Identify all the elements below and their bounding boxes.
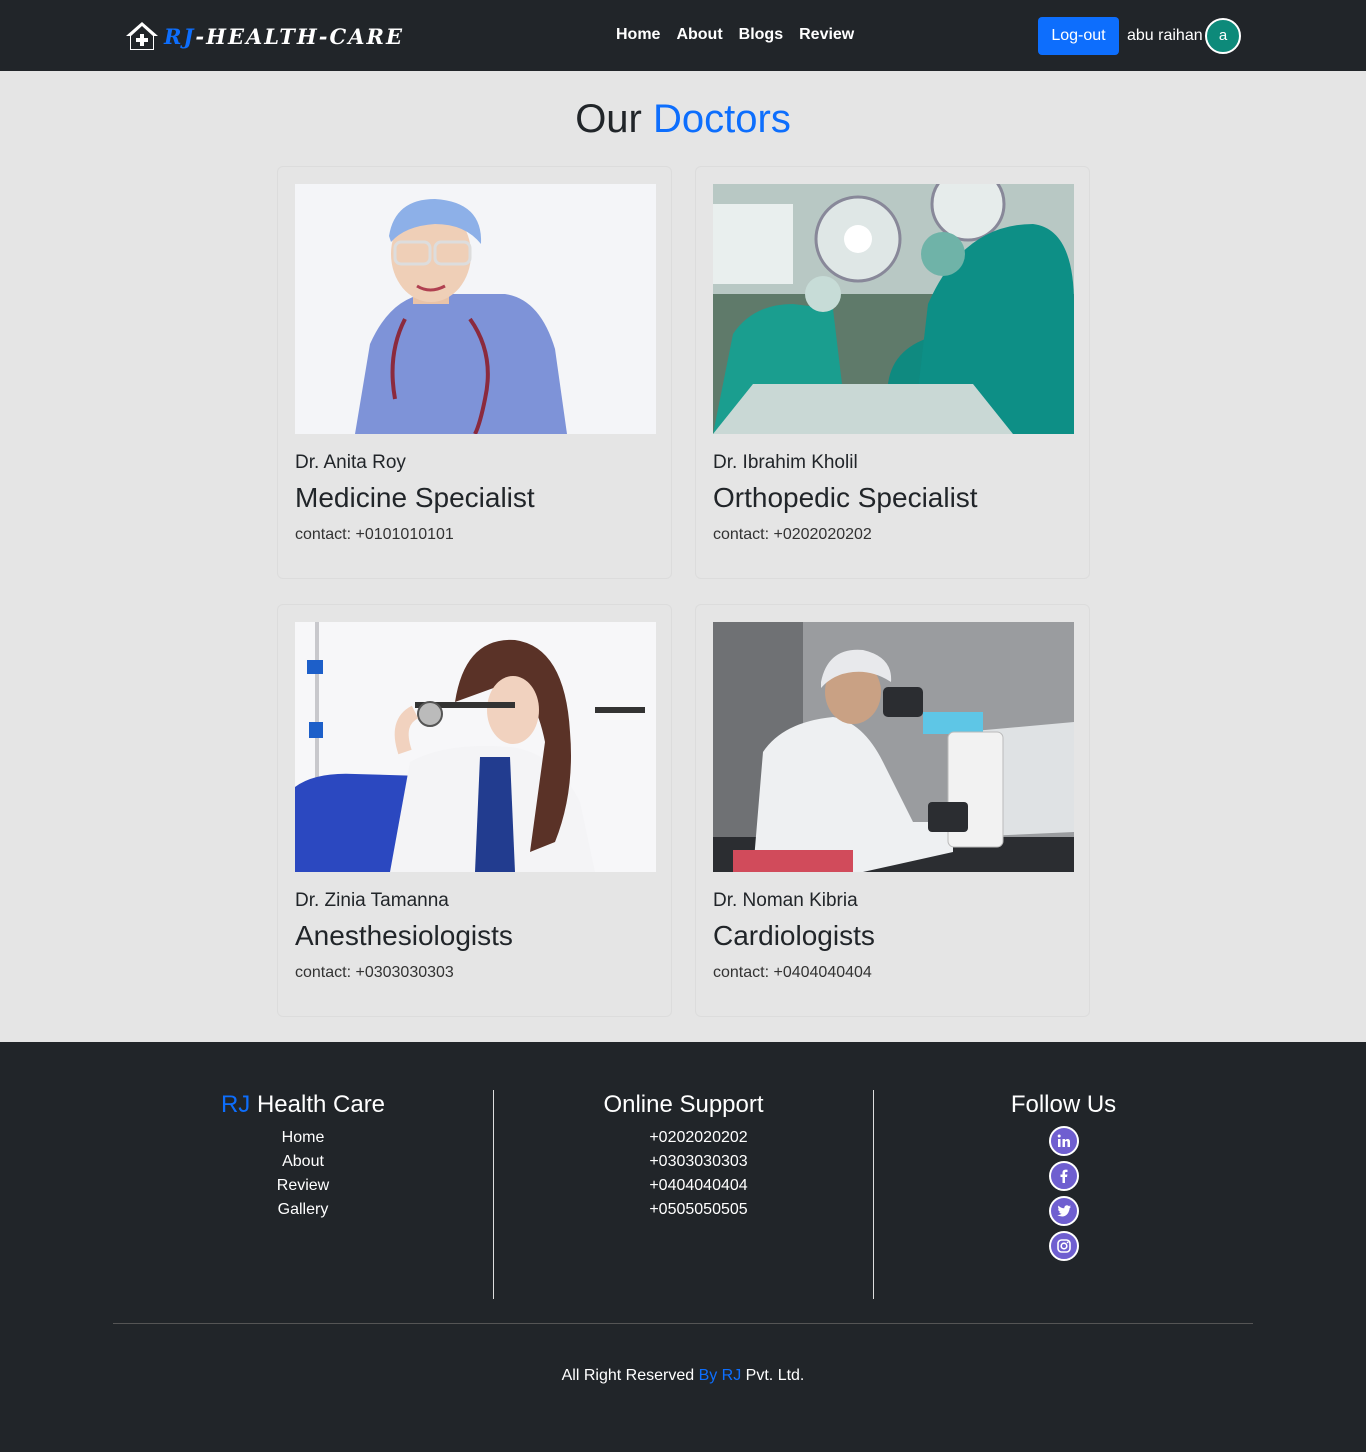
doctor-name: Dr. Zinia Tamanna: [295, 890, 449, 911]
footer: RJ Health Care Home About Review Gallery…: [0, 1042, 1366, 1452]
facebook-icon[interactable]: [1048, 1161, 1079, 1191]
support-phone: +0505050505: [649, 1201, 748, 1218]
doctor-specialty: Cardiologists: [713, 920, 875, 951]
support-phone: +0404040404: [649, 1177, 748, 1194]
doctor-name: Dr. Noman Kibria: [713, 890, 858, 911]
username: abu raihan: [1127, 27, 1203, 44]
doctor-contact: contact: +0303030303: [295, 964, 454, 981]
doctor-specialty: Anesthesiologists: [295, 920, 513, 951]
nav-blogs[interactable]: Blogs: [739, 24, 783, 46]
doctor-photo: [295, 622, 656, 872]
doctor-specialty: Medicine Specialist: [295, 482, 535, 513]
doctor-card: Dr. Ibrahim Kholil Orthopedic Specialist…: [695, 166, 1090, 579]
nav-review[interactable]: Review: [799, 24, 854, 46]
doctor-contact: contact: +0202020202: [713, 526, 872, 543]
nav-about[interactable]: About: [676, 24, 722, 46]
doctor-specialty: Orthopedic Specialist: [713, 482, 978, 513]
footer-link-gallery[interactable]: Gallery: [113, 1198, 493, 1222]
doctor-contact: contact: +0101010101: [295, 526, 454, 543]
footer-brand-title: RJ Health Care: [220, 1091, 386, 1118]
hospital-house-icon: [126, 22, 158, 50]
footer-link-review[interactable]: Review: [113, 1174, 493, 1198]
linkedin-icon[interactable]: [1048, 1126, 1079, 1156]
copyright-text: All Right Reserved By RJ Pvt. Ltd.: [561, 1367, 805, 1384]
footer-links: Home About Review Gallery: [113, 1126, 493, 1222]
footer-support-title: Online Support: [603, 1091, 764, 1118]
support-phone: +0202020202: [649, 1129, 748, 1146]
footer-support-column: Online Support +0202020202 +0303030303 +…: [493, 1090, 873, 1299]
doctor-card: Dr. Zinia Tamanna Anesthesiologists cont…: [277, 604, 672, 1017]
twitter-icon[interactable]: [1048, 1196, 1079, 1226]
footer-follow-title: Follow Us: [1010, 1091, 1117, 1118]
footer-follow-column: Follow Us: [873, 1090, 1253, 1299]
doctor-name: Dr. Ibrahim Kholil: [713, 452, 858, 473]
brand-logo[interactable]: RJ-HEALTH-CARE: [124, 18, 404, 54]
footer-link-about[interactable]: About: [113, 1150, 493, 1174]
page-title: Our Doctors: [575, 97, 791, 141]
footer-brand-column: RJ Health Care Home About Review Gallery: [113, 1090, 493, 1299]
main-nav: Home About Blogs Review: [616, 24, 854, 46]
doctor-card: Dr. Noman Kibria Cardiologists contact: …: [695, 604, 1090, 1017]
doctor-photo: [713, 622, 1074, 872]
footer-link-home[interactable]: Home: [113, 1126, 493, 1150]
instagram-icon[interactable]: [1048, 1231, 1079, 1261]
avatar[interactable]: a: [1205, 18, 1241, 54]
support-phone-list: +0202020202 +0303030303 +0404040404 +050…: [494, 1126, 873, 1222]
logout-button[interactable]: Log-out: [1038, 17, 1119, 55]
doctor-photo: [713, 184, 1074, 434]
brand-name: RJ-HEALTH-CARE: [164, 23, 404, 49]
doctor-photo: [295, 184, 656, 434]
doctor-name: Dr. Anita Roy: [295, 452, 406, 473]
social-links: [874, 1126, 1253, 1261]
nav-home[interactable]: Home: [616, 24, 660, 46]
doctor-card: Dr. Anita Roy Medicine Specialist contac…: [277, 166, 672, 579]
support-phone: +0303030303: [649, 1153, 748, 1170]
navbar: RJ-HEALTH-CARE Home About Blogs Review L…: [0, 0, 1366, 71]
doctor-contact: contact: +0404040404: [713, 964, 872, 981]
footer-divider: [113, 1323, 1253, 1324]
